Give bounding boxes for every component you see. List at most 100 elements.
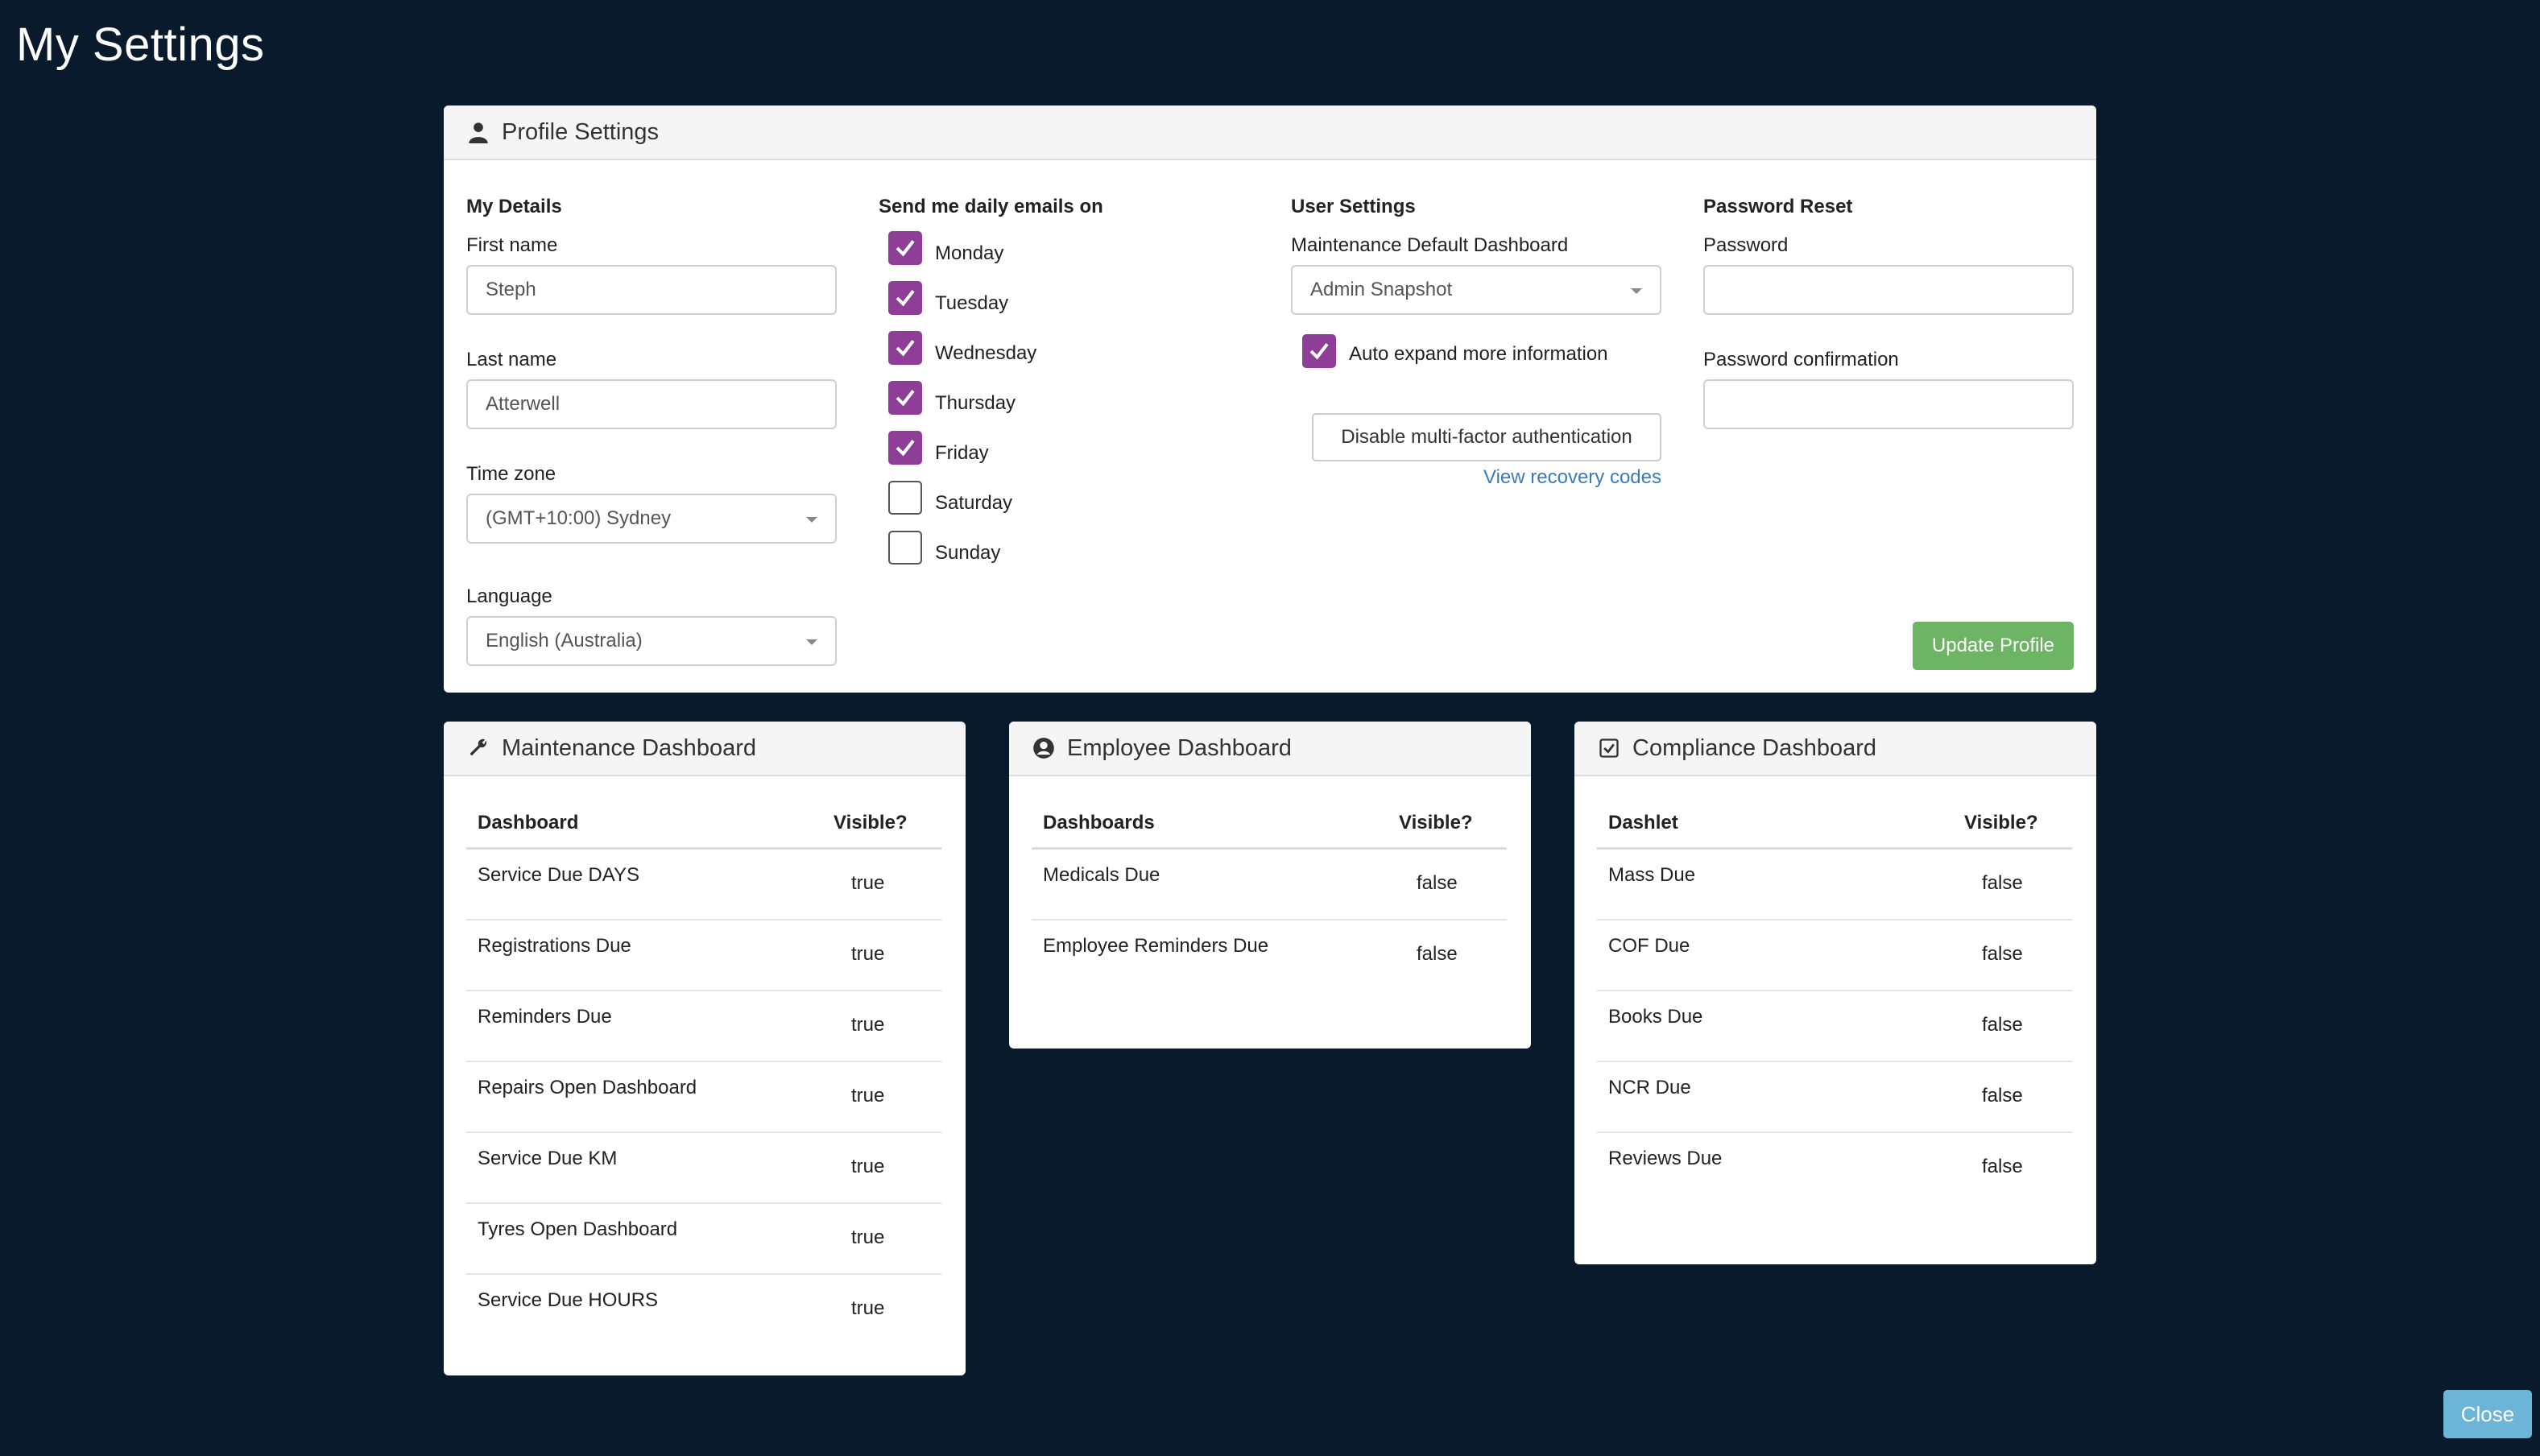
- view-recovery-codes-link[interactable]: View recovery codes: [1483, 466, 1661, 488]
- profile-settings-panel: Profile Settings My Details First name S…: [444, 105, 2096, 693]
- maintenance-dashboard-title: Maintenance Dashboard: [502, 734, 756, 761]
- day-row-sunday[interactable]: Sunday: [888, 523, 1249, 573]
- password-confirmation-label: Password confirmation: [1703, 349, 1899, 370]
- table-row: Service Due HOURS true: [466, 1274, 941, 1345]
- day-row-monday[interactable]: Monday: [888, 223, 1249, 273]
- day-label: Thursday: [935, 392, 1016, 414]
- checkbox-saturday[interactable]: [888, 481, 922, 515]
- close-button[interactable]: Close: [2443, 1390, 2532, 1438]
- user-icon: [466, 120, 490, 144]
- my-details-section: My Details First name Steph Last name At…: [466, 196, 837, 693]
- checkmark-icon: [1309, 343, 1329, 360]
- checkmark-icon: [896, 290, 915, 307]
- first-name-input[interactable]: Steph: [466, 265, 837, 315]
- default-dashboard-select[interactable]: Admin Snapshot: [1291, 265, 1661, 315]
- compliance-dashboard-header: Compliance Dashboard: [1574, 722, 2096, 776]
- table-row: Medicals Due false: [1032, 848, 1507, 920]
- column-header-visible: Visible?: [1388, 799, 1507, 850]
- checkbox-monday[interactable]: [888, 231, 922, 265]
- row-name: Books Due: [1597, 990, 1953, 1062]
- employee-dashboard-panel: Employee Dashboard Dashboards Visible? M…: [1009, 722, 1531, 1049]
- employee-table: Dashboards Visible? Medicals Due false Emp…: [1032, 799, 1507, 991]
- row-visible: true: [822, 1202, 941, 1275]
- table-row: Registrations Due true: [466, 919, 941, 991]
- table-row: Books Due false: [1597, 990, 2072, 1062]
- row-name: Service Due DAYS: [466, 848, 822, 920]
- daily-emails-heading: Send me daily emails on: [879, 196, 1103, 217]
- day-row-friday[interactable]: Friday: [888, 423, 1249, 473]
- row-name: Medicals Due: [1032, 848, 1388, 920]
- password-reset-heading: Password Reset: [1703, 196, 1853, 217]
- column-header-dashboard: Dashboard: [466, 799, 822, 850]
- first-name-label: First name: [466, 234, 558, 256]
- day-label: Sunday: [935, 542, 1001, 564]
- disable-mfa-button[interactable]: Disable multi-factor authentication: [1312, 413, 1661, 461]
- last-name-input[interactable]: Atterwell: [466, 379, 837, 429]
- table-row: Service Due KM true: [466, 1131, 941, 1204]
- time-zone-label: Time zone: [466, 463, 556, 485]
- row-visible: true: [822, 919, 941, 991]
- day-row-saturday[interactable]: Saturday: [888, 473, 1249, 523]
- checkbox-sunday[interactable]: [888, 531, 922, 565]
- table-row: Mass Due false: [1597, 848, 2072, 920]
- day-label: Saturday: [935, 492, 1013, 514]
- password-input[interactable]: [1703, 265, 2074, 315]
- employee-dashboard-header: Employee Dashboard: [1009, 722, 1531, 776]
- row-visible: true: [822, 1131, 941, 1204]
- day-label: Friday: [935, 442, 989, 464]
- checkmark-icon: [896, 440, 915, 457]
- update-profile-button[interactable]: Update Profile: [1912, 622, 2074, 670]
- day-row-wednesday[interactable]: Wednesday: [888, 323, 1249, 373]
- table-row: Service Due DAYS true: [466, 848, 941, 920]
- compliance-dashboard-panel: Compliance Dashboard Dashlet Visible? Ma…: [1574, 722, 2096, 1264]
- column-header-visible: Visible?: [1953, 799, 2072, 850]
- day-row-thursday[interactable]: Thursday: [888, 373, 1249, 423]
- last-name-label: Last name: [466, 349, 557, 370]
- column-header-dashboards: Dashboards: [1032, 799, 1388, 850]
- row-visible: true: [822, 848, 941, 920]
- table-row: Tyres Open Dashboard true: [466, 1202, 941, 1275]
- user-settings-heading: User Settings: [1291, 196, 1416, 217]
- row-name: Tyres Open Dashboard: [466, 1202, 822, 1275]
- wrench-icon: [466, 736, 490, 760]
- row-name: Service Due KM: [466, 1131, 822, 1204]
- row-visible: true: [851, 1297, 885, 1319]
- row-name: Employee Reminders Due: [1043, 934, 1269, 957]
- row-name: Repairs Open Dashboard: [466, 1061, 822, 1133]
- daily-emails-section: Send me daily emails on Monday Tuesday Wed…: [879, 196, 1249, 573]
- days-list: Monday Tuesday Wednesday Thursday Friday Satu…: [879, 223, 1249, 573]
- password-label: Password: [1703, 234, 1789, 256]
- day-row-tuesday[interactable]: Tuesday: [888, 273, 1249, 323]
- default-dashboard-label: Maintenance Default Dashboard: [1291, 234, 1569, 256]
- profile-settings-title: Profile Settings: [502, 118, 660, 145]
- compliance-dashboard-title: Compliance Dashboard: [1632, 734, 1877, 761]
- row-visible: false: [1953, 1061, 2072, 1133]
- password-confirmation-input[interactable]: [1703, 379, 2074, 429]
- table-row: Reviews Due false: [1597, 1132, 2072, 1203]
- checkbox-wednesday[interactable]: [888, 331, 922, 365]
- language-select[interactable]: English (Australia): [466, 616, 837, 666]
- row-visible: false: [1953, 919, 2072, 991]
- auto-expand-label: Auto expand more information: [1349, 343, 1608, 365]
- maintenance-dashboard-panel: Maintenance Dashboard Dashboard Visible?…: [444, 722, 966, 1375]
- row-visible: false: [1953, 848, 2072, 920]
- row-name: Mass Due: [1597, 848, 1953, 920]
- checkbox-thursday[interactable]: [888, 381, 922, 415]
- checkmark-icon: [896, 240, 915, 257]
- checkbox-tuesday[interactable]: [888, 281, 922, 315]
- checkbox-friday[interactable]: [888, 431, 922, 465]
- auto-expand-checkbox[interactable]: [1302, 334, 1336, 368]
- row-name: NCR Due: [1597, 1061, 1953, 1133]
- row-name: COF Due: [1597, 919, 1953, 991]
- language-label: Language: [466, 585, 552, 607]
- checkmark-icon: [896, 390, 915, 407]
- table-row: Reminders Due true: [466, 990, 941, 1062]
- time-zone-select[interactable]: (GMT+10:00) Sydney: [466, 494, 837, 544]
- day-label: Monday: [935, 242, 1004, 264]
- column-header-visible: Visible?: [822, 799, 941, 850]
- user-circle-icon: [1032, 736, 1056, 760]
- row-visible: false: [1953, 990, 2072, 1062]
- auto-expand-row[interactable]: Auto expand more information: [1302, 331, 1661, 371]
- row-name: Service Due HOURS: [478, 1288, 659, 1311]
- password-reset-section: Password Reset Password Password confirm…: [1703, 196, 2074, 463]
